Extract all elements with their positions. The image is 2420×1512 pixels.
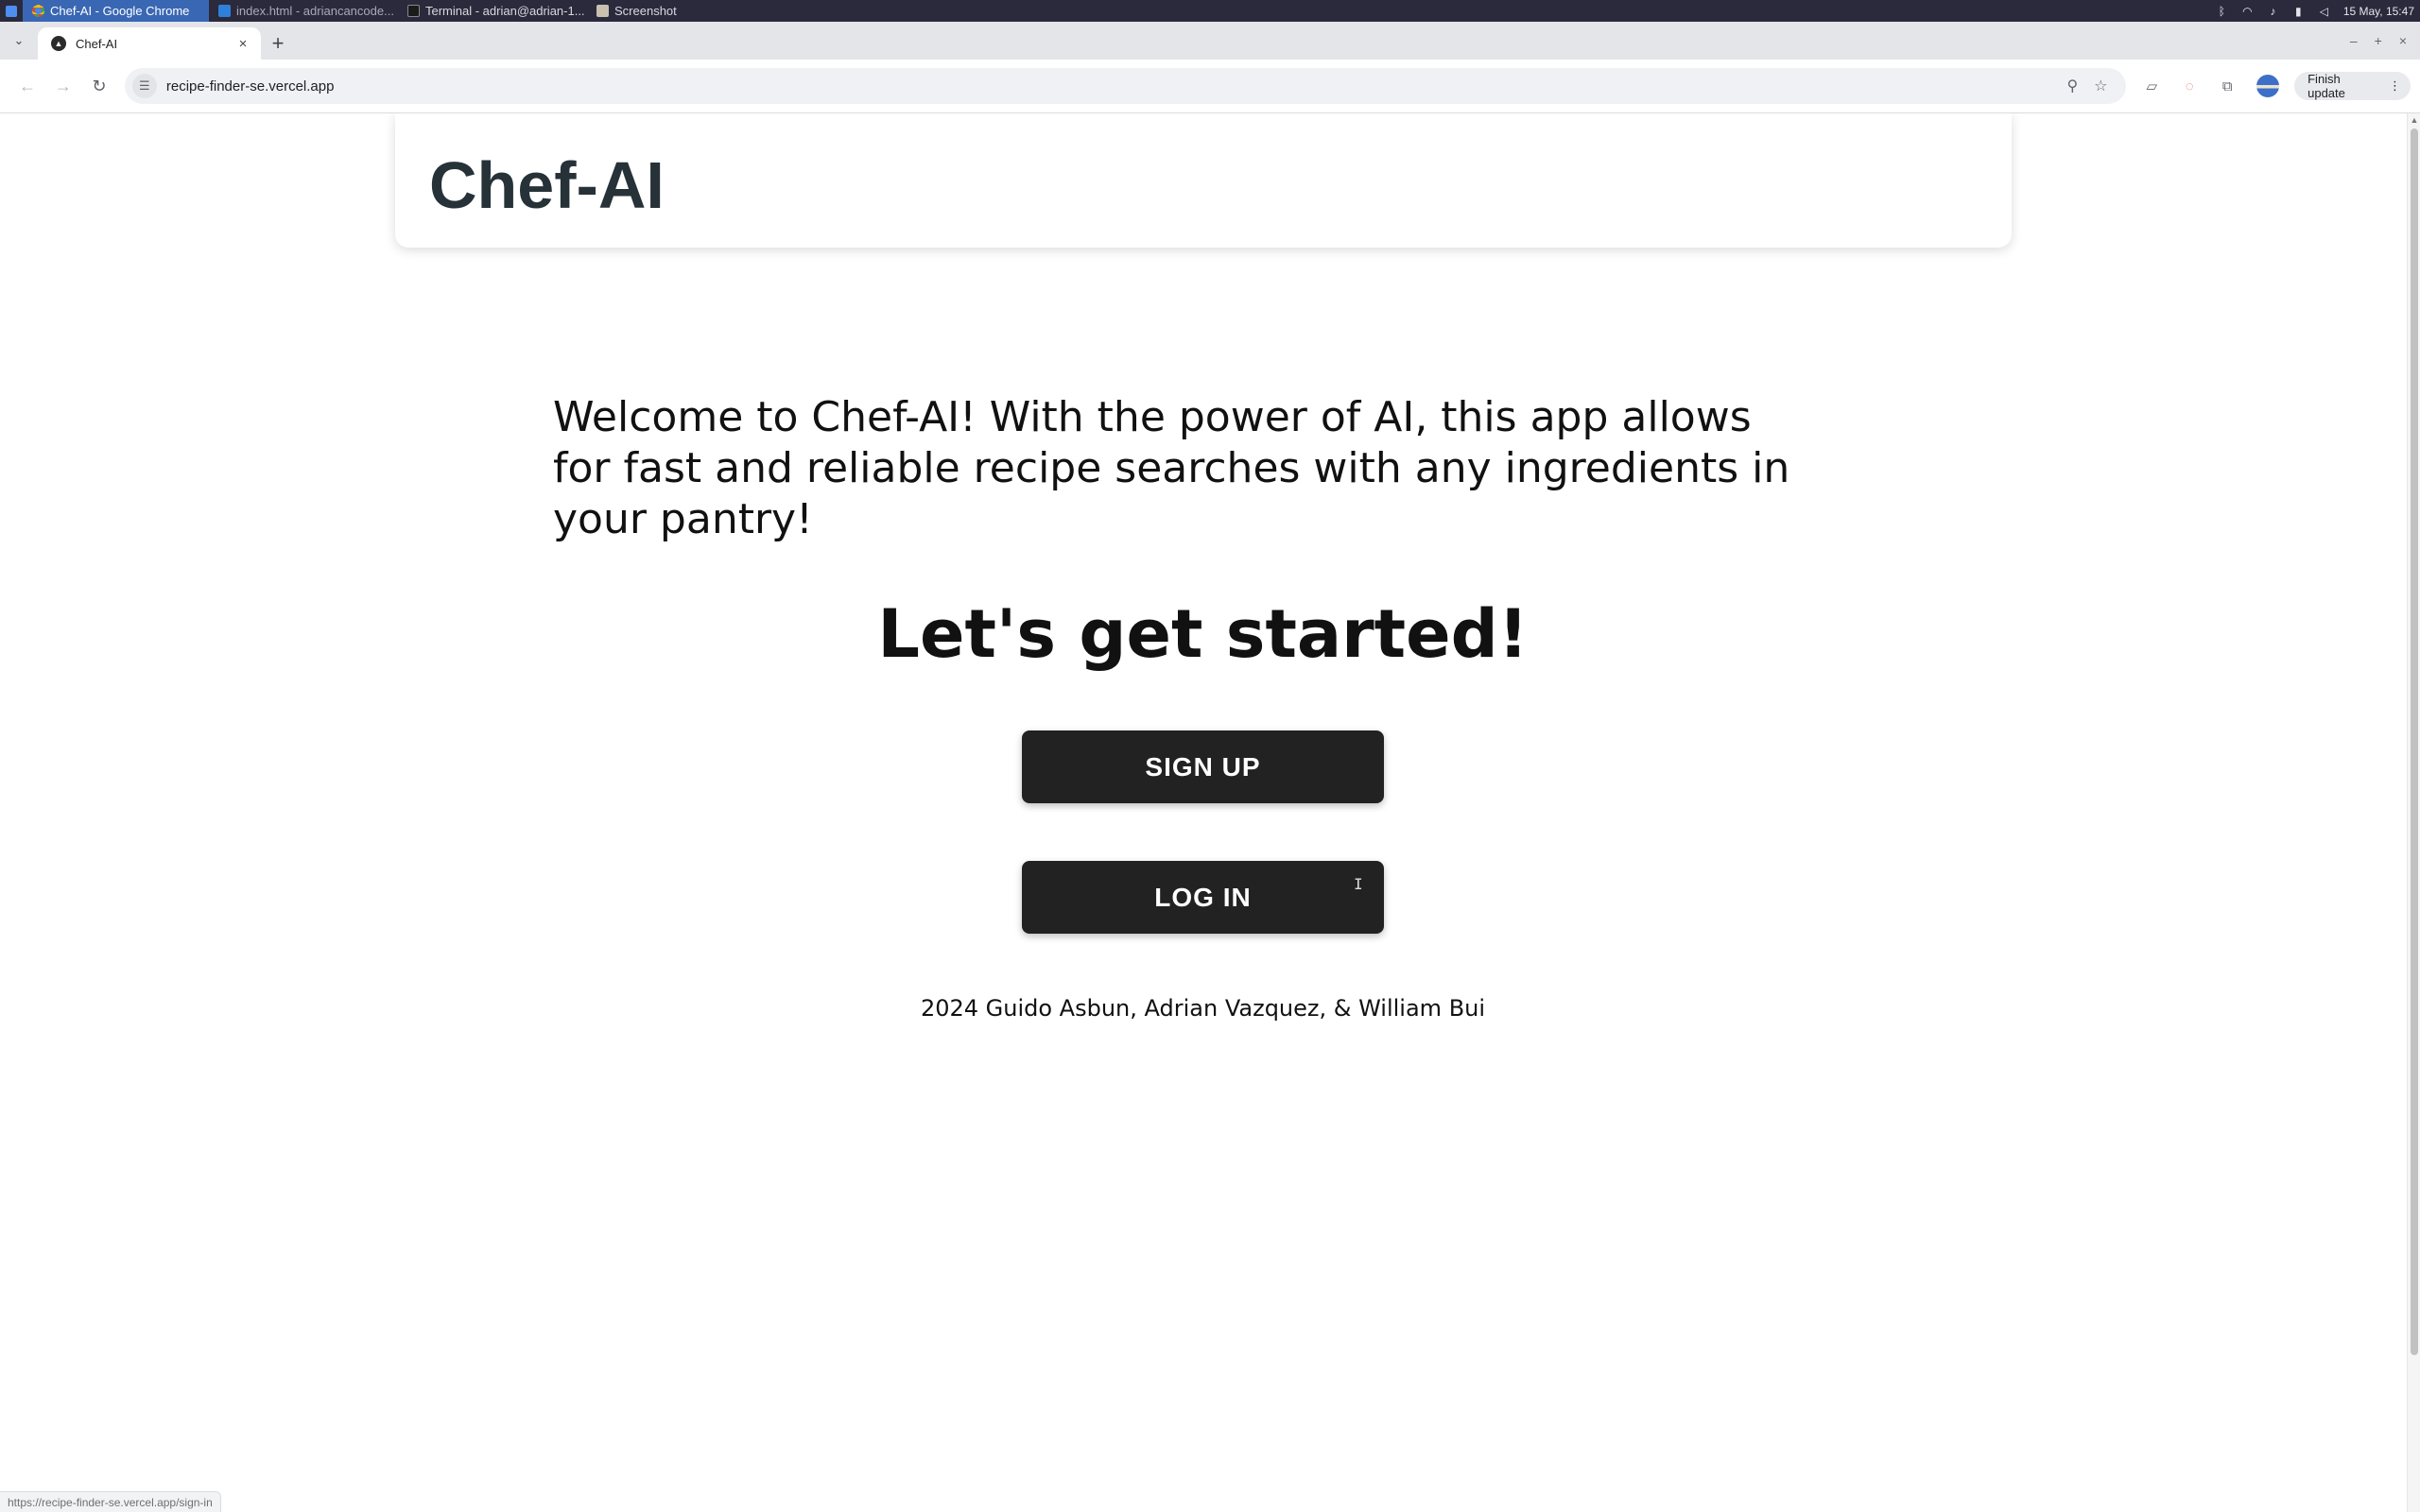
kebab-menu-icon: ⋮ xyxy=(2389,78,2401,93)
browser-tab-strip: ⌄ ▲ Chef-AI × + – + × xyxy=(0,22,2420,60)
sign-up-button[interactable]: SIGN UP xyxy=(1022,730,1384,803)
system-tray: ᛒ ◠ ♪ ▮ ◁ 15 May, 15:47 xyxy=(2216,5,2420,18)
volume-icon[interactable]: ◁ xyxy=(2318,5,2330,18)
taskbar-item-screenshot[interactable]: Screenshot xyxy=(587,0,700,22)
start-menu-button[interactable] xyxy=(0,0,23,22)
vercel-favicon-icon: ▲ xyxy=(51,36,66,51)
screenshot-icon xyxy=(596,5,609,17)
welcome-text: Welcome to Chef-AI! With the power of AI… xyxy=(553,393,1790,543)
log-in-button[interactable]: LOG IN xyxy=(1022,861,1384,934)
reload-button[interactable]: ↻ xyxy=(81,68,117,104)
taskbar-item-chrome[interactable]: Chef-AI - Google Chrome xyxy=(23,0,209,22)
maximize-icon[interactable]: + xyxy=(2375,33,2382,48)
site-info-icon[interactable]: ☰ xyxy=(131,74,157,98)
app-menu-icon xyxy=(6,5,17,17)
taskbar-item-label: Chef-AI - Google Chrome xyxy=(50,4,190,18)
taskbar-item-label: Terminal - adrian@adrian-1... xyxy=(425,4,585,18)
window-controls: – + × xyxy=(2350,22,2420,60)
bookmark-star-icon[interactable]: ☆ xyxy=(2086,72,2115,100)
close-window-icon[interactable]: × xyxy=(2399,33,2407,48)
chrome-icon xyxy=(32,5,44,17)
os-taskbar: Chef-AI - Google Chrome index.html - adr… xyxy=(0,0,2420,22)
scrollbar-thumb[interactable] xyxy=(2411,129,2418,1355)
browser-toolbar: ← → ↻ ☰ recipe-finder-se.vercel.app ⚲ ☆ … xyxy=(0,60,2420,113)
forward-button[interactable]: → xyxy=(45,68,81,104)
tab-search-button[interactable]: ⌄ xyxy=(0,22,38,60)
taskbar-item-vscode[interactable]: index.html - adriancancode... xyxy=(209,0,398,22)
address-bar[interactable]: ☰ recipe-finder-se.vercel.app ⚲ ☆ xyxy=(124,68,2127,104)
new-tab-button[interactable]: + xyxy=(261,27,295,60)
site-header: Chef-AI xyxy=(395,113,2012,248)
finish-update-label: Finish update xyxy=(2308,72,2345,100)
tab-chef-ai[interactable]: ▲ Chef-AI × xyxy=(38,27,261,60)
page-scrollbar[interactable]: ▲ xyxy=(2407,113,2420,1512)
terminal-icon xyxy=(407,5,420,17)
taskbar-item-terminal[interactable]: Terminal - adrian@adrian-1... xyxy=(398,0,587,22)
back-button[interactable]: ← xyxy=(9,68,45,104)
url-text[interactable]: recipe-finder-se.vercel.app xyxy=(166,78,2058,94)
arrow-left-icon: ← xyxy=(18,76,36,95)
puzzle-extensions-icon[interactable]: ⧉ xyxy=(2213,72,2241,100)
tab-title: Chef-AI xyxy=(76,36,118,51)
extension-red-icon[interactable]: ◌ xyxy=(2175,72,2204,100)
clock[interactable]: 15 May, 15:47 xyxy=(2343,5,2414,18)
reload-icon: ↻ xyxy=(92,76,107,95)
brand-title[interactable]: Chef-AI xyxy=(429,147,665,223)
arrow-right-icon: → xyxy=(54,76,72,95)
finish-update-button[interactable]: Finish update ⋮ xyxy=(2294,72,2411,100)
wifi-icon[interactable]: ◠ xyxy=(2241,5,2254,18)
vscode-icon xyxy=(218,5,231,17)
zoom-icon[interactable]: ⚲ xyxy=(2058,72,2086,100)
notification-bell-icon[interactable]: ♪ xyxy=(2267,5,2279,18)
get-started-heading: Let's get started! xyxy=(877,595,1529,673)
close-tab-button[interactable]: × xyxy=(234,35,251,52)
scroll-up-arrow-icon[interactable]: ▲ xyxy=(2408,113,2420,127)
taskbar-item-label: index.html - adriancancode... xyxy=(236,4,394,18)
profile-avatar[interactable] xyxy=(2256,75,2280,97)
taskbar-item-label: Screenshot xyxy=(614,4,677,18)
extension-icon[interactable]: ▱ xyxy=(2137,72,2166,100)
bluetooth-icon[interactable]: ᛒ xyxy=(2216,5,2228,18)
chevron-down-icon: ⌄ xyxy=(13,33,25,47)
text-cursor-icon: I xyxy=(1354,875,1363,893)
toolbar-extensions: ▱ ◌ ⧉ Finish update ⋮ xyxy=(2137,72,2411,100)
footer-credits: 2024 Guido Asbun, Adrian Vazquez, & Will… xyxy=(920,995,1486,1022)
minimize-icon[interactable]: – xyxy=(2350,33,2358,48)
page-viewport: Chef-AI Welcome to Chef-AI! With the pow… xyxy=(0,113,2420,1512)
status-bar-link-preview: https://recipe-finder-se.vercel.app/sign… xyxy=(0,1491,221,1512)
battery-icon[interactable]: ▮ xyxy=(2292,5,2305,18)
